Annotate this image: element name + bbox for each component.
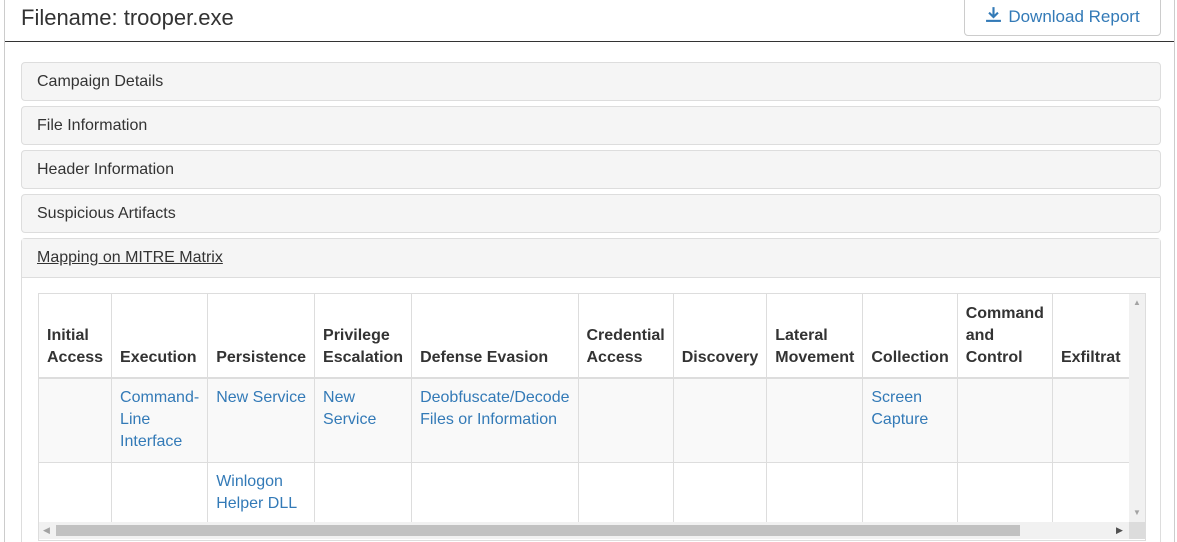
column-header: Privilege Escalation [314, 294, 413, 379]
scrollbar-corner [1129, 522, 1145, 539]
scroll-left-arrow-icon[interactable]: ◀ [43, 525, 50, 536]
technique-link[interactable]: New Service [314, 377, 413, 462]
panel-title[interactable]: Campaign Details [37, 73, 163, 91]
column-header: Persistence [207, 294, 316, 379]
scroll-up-arrow-icon[interactable]: ▲ [1133, 298, 1141, 307]
table-cell [673, 461, 768, 522]
table-cell [314, 461, 413, 522]
table-row: Winlogon Helper DLL [39, 461, 1129, 522]
column-header: Command and Control [957, 294, 1053, 379]
panel-heading[interactable]: Mapping on MITRE Matrix [22, 239, 1160, 278]
table-cell [957, 461, 1053, 522]
table-cell [862, 461, 958, 522]
download-report-button[interactable]: Download Report [964, 0, 1161, 36]
table-row: Command-Line Interface New Service New S… [39, 377, 1129, 462]
table-cell [411, 461, 579, 522]
table-cell [1052, 461, 1129, 522]
column-header: Initial Access [39, 294, 113, 379]
panel-mitre-matrix: Mapping on MITRE Matrix Initial Access E… [21, 238, 1161, 542]
technique-link[interactable]: Winlogon Helper DLL [207, 461, 316, 522]
horizontal-scrollbar-thumb[interactable] [56, 525, 1020, 536]
column-header: Exfiltrat [1052, 294, 1129, 379]
panel-title[interactable]: File Information [37, 117, 147, 135]
report-frame: Filename: trooper.exe Download Report Ca… [4, 0, 1175, 542]
technique-link[interactable]: Command-Line Interface [111, 377, 209, 462]
mitre-matrix-table: Initial Access Execution Persistence Pri… [39, 294, 1129, 522]
table-cell [957, 377, 1053, 462]
table-cell [39, 377, 113, 462]
column-header: Credential Access [578, 294, 674, 379]
report-header: Filename: trooper.exe Download Report [5, 0, 1174, 42]
download-icon [985, 6, 1002, 28]
column-header: Defense Evasion [411, 294, 579, 379]
column-header: Discovery [673, 294, 768, 379]
column-header: Collection [862, 294, 958, 379]
technique-link[interactable]: New Service [207, 377, 316, 462]
table-cell [39, 461, 113, 522]
panel-suspicious-artifacts[interactable]: Suspicious Artifacts [21, 194, 1161, 233]
table-header-row: Initial Access Execution Persistence Pri… [39, 294, 1129, 379]
table-cell [111, 461, 209, 522]
panel-title[interactable]: Suspicious Artifacts [37, 205, 176, 223]
table-cell [766, 461, 864, 522]
column-header: Execution [111, 294, 209, 379]
scroll-down-arrow-icon[interactable]: ▼ [1133, 508, 1141, 517]
download-report-label: Download Report [1008, 7, 1140, 26]
technique-link[interactable]: Screen Capture [862, 377, 958, 462]
mitre-table-container: Initial Access Execution Persistence Pri… [38, 293, 1146, 541]
vertical-scrollbar[interactable]: ▲ ▼ [1129, 294, 1145, 522]
scroll-right-arrow-icon[interactable]: ▶ [1116, 525, 1123, 536]
panel-file-information[interactable]: File Information [21, 106, 1161, 145]
panel-title-link[interactable]: Mapping on MITRE Matrix [37, 249, 223, 267]
mitre-table-viewport: Initial Access Execution Persistence Pri… [39, 294, 1129, 522]
panel-title[interactable]: Header Information [37, 161, 174, 179]
table-cell [578, 377, 674, 462]
horizontal-scrollbar[interactable]: ◀ ▶ [39, 522, 1129, 539]
table-cell [1052, 377, 1129, 462]
panel-header-information[interactable]: Header Information [21, 150, 1161, 189]
column-header: Lateral Movement [766, 294, 864, 379]
table-cell [673, 377, 768, 462]
page-title: Filename: trooper.exe [21, 5, 234, 30]
table-cell [578, 461, 674, 522]
table-cell [766, 377, 864, 462]
technique-link[interactable]: Deobfuscate/Decode Files or Information [411, 377, 579, 462]
panel-campaign-details[interactable]: Campaign Details [21, 62, 1161, 101]
